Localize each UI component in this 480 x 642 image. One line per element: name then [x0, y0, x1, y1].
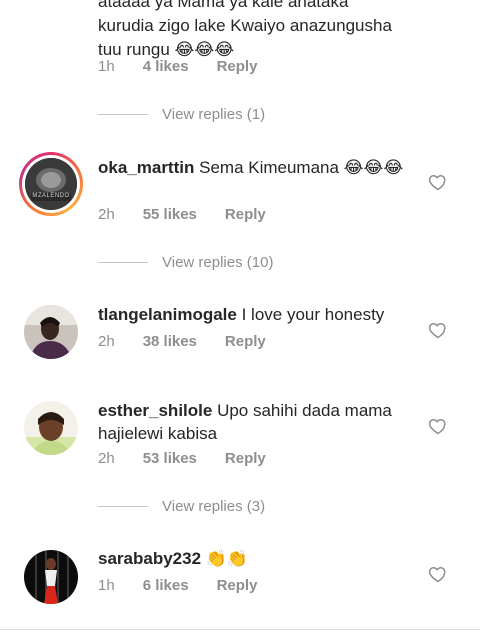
comment-meta: 1h 4 likes Reply: [98, 58, 285, 75]
comment-body: esther_shilole Upo sahihi dada mama haji…: [98, 399, 408, 445]
divider-line: [98, 262, 148, 263]
avatar-image: [25, 158, 77, 210]
avatar[interactable]: [24, 305, 78, 359]
comment-text-partial: ataaaa ya Mama ya kale anataka kurudia z…: [98, 0, 428, 62]
heart-icon[interactable]: [428, 320, 448, 340]
comment-meta: 1h 6 likes Reply: [98, 577, 285, 594]
divider-line: [98, 114, 148, 115]
comment-text: 👏👏: [205, 549, 249, 568]
avatar[interactable]: [24, 401, 78, 455]
avatar-story-ring[interactable]: MZALENDO: [19, 152, 83, 216]
view-replies-button[interactable]: View replies (1): [98, 106, 265, 123]
comment-time: 2h: [98, 450, 115, 467]
heart-icon[interactable]: [428, 416, 448, 436]
reply-button[interactable]: Reply: [217, 577, 258, 594]
divider-line: [0, 629, 480, 630]
reply-button[interactable]: Reply: [225, 333, 266, 350]
comment-text: Sema Kimeumana 😂😂😂: [199, 158, 404, 177]
divider-line: [98, 506, 148, 507]
comment-meta: 2h 38 likes Reply: [98, 333, 294, 350]
reply-button[interactable]: Reply: [217, 58, 258, 75]
avatar-image: [24, 550, 78, 604]
reply-button[interactable]: Reply: [225, 206, 266, 223]
likes-count-button[interactable]: 55 likes: [143, 206, 197, 223]
comment-line: kurudia zigo lake Kwaiyo anazungusha: [98, 16, 392, 35]
username-link[interactable]: esther_shilole: [98, 401, 212, 420]
avatar-caption: MZALENDO: [32, 193, 70, 199]
comment-meta: 2h 55 likes Reply: [98, 206, 294, 223]
likes-count-button[interactable]: 38 likes: [143, 333, 197, 350]
username-link[interactable]: tlangelanimogale: [98, 305, 237, 324]
comment-text: I love your honesty: [241, 305, 385, 324]
heart-icon[interactable]: [428, 172, 448, 192]
view-replies-label: View replies (10): [162, 254, 274, 271]
username-link[interactable]: oka_marttin: [98, 158, 194, 177]
comment-time: 2h: [98, 206, 115, 223]
avatar[interactable]: [24, 550, 78, 604]
view-replies-label: View replies (3): [162, 498, 266, 515]
avatar-image: [24, 401, 78, 455]
likes-count-button[interactable]: 6 likes: [143, 577, 189, 594]
reply-button[interactable]: Reply: [225, 450, 266, 467]
likes-count-button[interactable]: 4 likes: [143, 58, 189, 75]
view-replies-button[interactable]: View replies (3): [98, 498, 265, 515]
comment-line: ataaaa ya Mama ya kale anataka: [98, 0, 349, 11]
username-link[interactable]: sarababy232: [98, 549, 201, 568]
heart-icon[interactable]: [428, 564, 448, 584]
comment-body: tlangelanimogale I love your honesty: [98, 303, 408, 326]
comment-body: sarababy232 👏👏: [98, 547, 408, 570]
comment-body: oka_marttin Sema Kimeumana 😂😂😂: [98, 156, 408, 179]
view-replies-label: View replies (1): [162, 106, 266, 123]
likes-count-button[interactable]: 53 likes: [143, 450, 197, 467]
comment-time: 2h: [98, 333, 115, 350]
avatar-image: [24, 305, 78, 359]
avatar: MZALENDO: [25, 158, 77, 210]
view-replies-button[interactable]: View replies (10): [98, 254, 273, 271]
comment-time: 1h: [98, 58, 115, 75]
comment-time: 1h: [98, 577, 115, 594]
comment-meta: 2h 53 likes Reply: [98, 450, 294, 467]
